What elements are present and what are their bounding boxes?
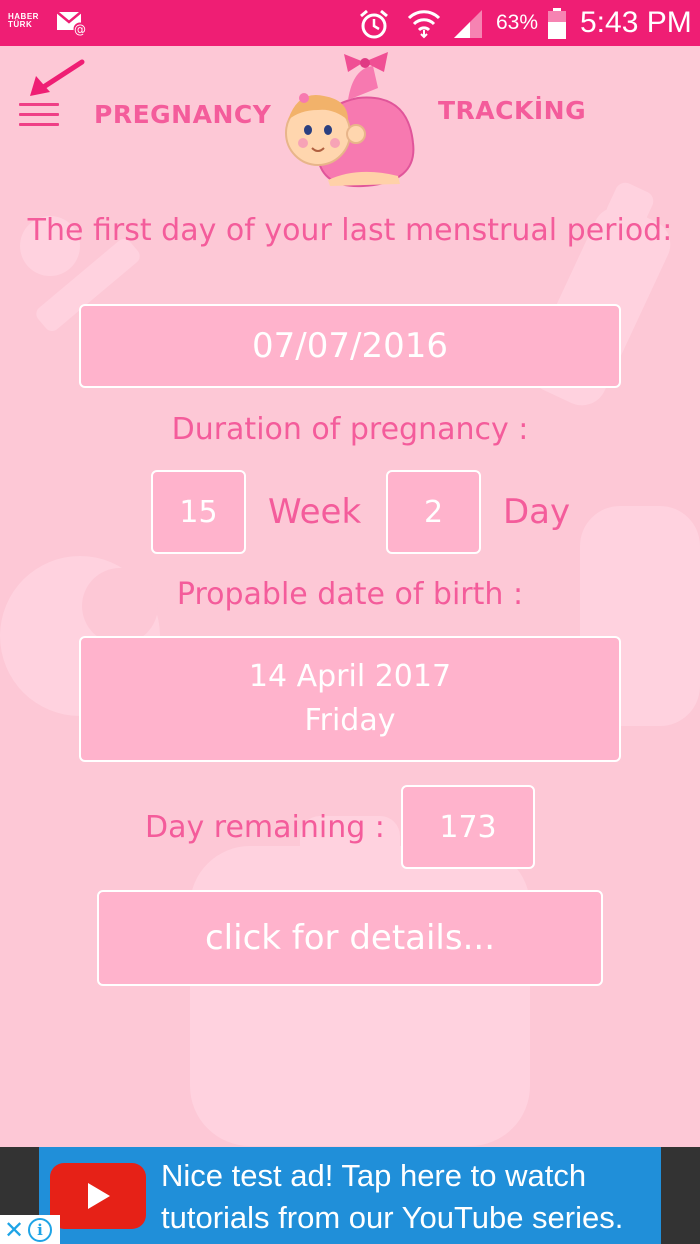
battery-icon bbox=[548, 8, 566, 39]
ad-banner[interactable]: Nice test ad! Tap here to watch tutorial… bbox=[0, 1147, 700, 1244]
weeks-field[interactable]: 15 bbox=[151, 470, 246, 554]
birth-date-label: Propable date of birth : bbox=[176, 577, 524, 612]
menu-hint-arrow-icon bbox=[30, 59, 85, 96]
lmp-date-field[interactable]: 07/07/2016 bbox=[79, 304, 621, 388]
weeks-unit-label: Week bbox=[268, 492, 362, 532]
days-unit-label: Day bbox=[503, 492, 571, 532]
ad-content[interactable]: Nice test ad! Tap here to watch tutorial… bbox=[39, 1147, 661, 1244]
days-remaining-value: 173 bbox=[401, 785, 535, 869]
battery-percent: 63% bbox=[496, 11, 539, 34]
app-title-left: PREGNANCY bbox=[94, 100, 272, 129]
ad-text[interactable]: Nice test ad! Tap here to watch tutorial… bbox=[161, 1155, 661, 1239]
ad-choices[interactable]: ✕ i bbox=[0, 1215, 60, 1244]
days-remaining-label: Day remaining : bbox=[145, 810, 385, 845]
duration-label: Duration of pregnancy : bbox=[171, 412, 529, 447]
baby-bundle-logo bbox=[285, 52, 415, 188]
wifi-icon bbox=[407, 10, 441, 39]
youtube-play-icon bbox=[50, 1163, 146, 1229]
lmp-label: The first day of your last menstrual per… bbox=[27, 213, 673, 248]
alarm-icon bbox=[360, 9, 388, 39]
app-badge-line2: TÜRK bbox=[8, 20, 33, 29]
birth-date-display: 14 April 2017 Friday bbox=[79, 636, 621, 762]
app-title-right: TRACKİNG bbox=[438, 96, 587, 125]
days-field[interactable]: 2 bbox=[386, 470, 481, 554]
status-bar: HABER TÜRK @ 63% 5:43 PM bbox=[0, 0, 700, 46]
cell-signal-icon bbox=[454, 10, 482, 38]
birth-date-value: 14 April 2017 bbox=[248, 659, 452, 694]
close-ad-icon[interactable]: ✕ bbox=[0, 1216, 28, 1244]
details-button[interactable]: click for details... bbox=[97, 890, 603, 986]
svg-text:@: @ bbox=[74, 23, 86, 37]
mail-notification-icon: @ bbox=[56, 11, 87, 37]
birth-weekday-value: Friday bbox=[304, 703, 396, 738]
haberturk-notification-icon: HABER TÜRK bbox=[8, 13, 39, 29]
clock: 5:43 PM bbox=[580, 6, 692, 39]
hamburger-menu-icon[interactable] bbox=[16, 98, 62, 138]
ad-info-icon[interactable]: i bbox=[28, 1217, 52, 1242]
